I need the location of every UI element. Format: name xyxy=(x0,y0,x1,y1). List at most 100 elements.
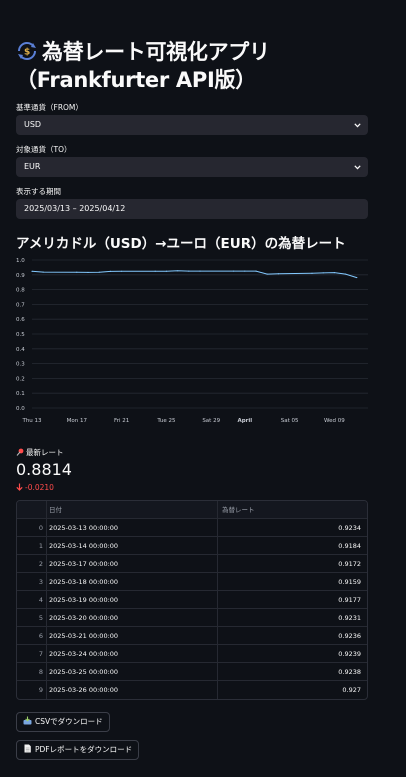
data-point xyxy=(322,272,324,274)
data-point xyxy=(333,271,335,274)
csv-download-button[interactable]: CSVでダウンロード xyxy=(16,712,110,732)
rate-line-chart[interactable]: 0.0 0.1 0.2 0.3 0.4 0.5 0.6 0.7 0.8 0.9 1.0 Thu 13 M… xyxy=(0,254,406,434)
date-cell: 2025-03-24 00:00:00 xyxy=(46,645,217,663)
x-tick-label: Fri 21 xyxy=(114,418,129,424)
y-tick-label: 0.1 xyxy=(16,391,25,397)
from-currency-label: 基準通貨（FROM） xyxy=(16,103,83,112)
rate-series-line xyxy=(31,270,357,279)
data-point xyxy=(109,270,111,272)
app-title-line1: 為替レート可視化アプリ xyxy=(42,40,270,64)
data-point xyxy=(266,273,268,275)
data-point xyxy=(188,270,190,272)
rate-cell: 0.9172 xyxy=(217,555,367,573)
date-cell: 2025-03-19 00:00:00 xyxy=(46,591,217,609)
date-column-header[interactable]: 日付 xyxy=(46,501,217,519)
data-point xyxy=(244,270,246,272)
x-tick-label: April xyxy=(237,418,252,424)
row-index: 0 xyxy=(38,524,43,532)
rate-cell: 0.927 xyxy=(217,681,367,699)
y-tick-label: 0.3 xyxy=(16,362,25,368)
table-row[interactable]: 0 2025-03-13 00:00:00 0.9234 xyxy=(17,519,367,537)
data-point xyxy=(76,271,78,273)
row-index: 2 xyxy=(38,560,43,568)
arrow-down-icon xyxy=(16,483,23,491)
metric-delta-row: -0.0210 xyxy=(16,483,54,492)
row-index: 1 xyxy=(38,542,43,550)
y-tick-label: 0.6 xyxy=(16,317,25,323)
inbox-tray-icon xyxy=(23,716,32,725)
table-row[interactable]: 6 2025-03-21 00:00:00 0.9236 xyxy=(17,627,367,645)
rate-cell: 0.9177 xyxy=(217,591,367,609)
app-title-block: $ 為替レート可視化アプリ （Frankfurter API版） xyxy=(16,38,396,94)
table-row[interactable]: 7 2025-03-24 00:00:00 0.9239 xyxy=(17,645,367,663)
table-row[interactable]: 1 2025-03-14 00:00:00 0.9184 xyxy=(17,537,367,555)
svg-text:$: $ xyxy=(24,48,30,58)
table-row[interactable]: 4 2025-03-19 00:00:00 0.9177 xyxy=(17,591,367,609)
date-cell: 2025-03-14 00:00:00 xyxy=(46,537,217,555)
row-index: 7 xyxy=(38,650,43,658)
date-range-input[interactable]: 2025/03/13 – 2025/04/12 xyxy=(16,199,368,219)
metric-label: 最新レート xyxy=(26,448,64,457)
row-index: 5 xyxy=(38,614,43,622)
y-tick-label: 0.7 xyxy=(16,302,25,308)
y-tick-label: 0.9 xyxy=(16,273,25,279)
app-title-line2: （Frankfurter API版） xyxy=(16,68,256,92)
to-currency-value: EUR xyxy=(24,162,41,171)
y-tick-label: 0.5 xyxy=(16,332,25,338)
x-tick-label: Thu 13 xyxy=(21,418,42,424)
period-label: 表示する期間 xyxy=(16,187,61,196)
x-tick-label: Sat 29 xyxy=(202,418,220,424)
row-index: 6 xyxy=(38,632,43,640)
x-tick-label: Wed 09 xyxy=(324,418,345,424)
y-tick-label: 1.0 xyxy=(16,258,25,264)
pdf-download-button[interactable]: PDFレポートをダウンロード xyxy=(16,740,140,760)
table-header: 日付 為替レート xyxy=(17,501,367,519)
y-tick-label: 0.2 xyxy=(16,376,25,382)
to-currency-select[interactable]: EUR xyxy=(16,157,368,177)
rate-data-table[interactable]: 日付 為替レート 0 2025-03-13 00:00:00 0.9234 1 … xyxy=(16,500,368,700)
row-index: 4 xyxy=(38,596,43,604)
y-tick-label: 0.4 xyxy=(16,347,25,353)
x-tick-label: Tue 25 xyxy=(156,418,176,424)
data-point xyxy=(311,272,313,274)
date-cell: 2025-03-17 00:00:00 xyxy=(46,555,217,573)
rate-cell: 0.9238 xyxy=(217,663,367,681)
rate-cell: 0.9236 xyxy=(217,627,367,645)
table-row[interactable]: 9 2025-03-26 00:00:00 0.927 xyxy=(17,681,367,699)
date-cell: 2025-03-18 00:00:00 xyxy=(46,573,217,591)
metric-delta: -0.0210 xyxy=(25,483,54,492)
x-tick-label: Mon 17 xyxy=(67,418,88,424)
pdf-button-label: PDFレポートをダウンロード xyxy=(35,745,133,754)
row-index: 3 xyxy=(38,578,43,586)
data-point xyxy=(154,270,156,272)
date-cell: 2025-03-21 00:00:00 xyxy=(46,627,217,645)
table-row[interactable]: 3 2025-03-18 00:00:00 0.9159 xyxy=(17,573,367,591)
table-row[interactable]: 2 2025-03-17 00:00:00 0.9172 xyxy=(17,555,367,573)
rate-cell: 0.9234 xyxy=(217,519,367,537)
metric-label-row: 最新レート xyxy=(16,447,64,458)
data-point xyxy=(42,271,44,273)
chart-title: アメリカドル（USD）→ユーロ（EUR）の為替レート xyxy=(16,236,346,252)
data-point xyxy=(121,270,123,272)
rate-cell: 0.9159 xyxy=(217,573,367,591)
currency-exchange-icon: $ xyxy=(18,42,36,60)
rate-cell: 0.9239 xyxy=(217,645,367,663)
app-title: $ 為替レート可視化アプリ （Frankfurter API版） xyxy=(16,38,396,94)
date-range-value: 2025/03/13 – 2025/04/12 xyxy=(24,204,126,213)
rate-column-header[interactable]: 為替レート xyxy=(217,501,367,519)
rate-cell: 0.9184 xyxy=(217,537,367,555)
data-point xyxy=(199,270,201,272)
data-point xyxy=(356,276,358,279)
x-tick-label: Sat 05 xyxy=(281,418,299,424)
table-row[interactable]: 8 2025-03-25 00:00:00 0.9238 xyxy=(17,663,367,681)
pushpin-icon xyxy=(16,448,24,456)
row-index: 9 xyxy=(38,686,43,694)
data-point xyxy=(165,270,167,272)
data-point xyxy=(177,270,179,272)
table-row[interactable]: 5 2025-03-20 00:00:00 0.9231 xyxy=(17,609,367,627)
chevron-down-icon xyxy=(352,115,362,135)
date-cell: 2025-03-13 00:00:00 xyxy=(46,519,217,537)
y-tick-label: 0.8 xyxy=(16,288,25,294)
from-currency-select[interactable]: USD xyxy=(16,115,368,135)
rate-cell: 0.9231 xyxy=(217,609,367,627)
